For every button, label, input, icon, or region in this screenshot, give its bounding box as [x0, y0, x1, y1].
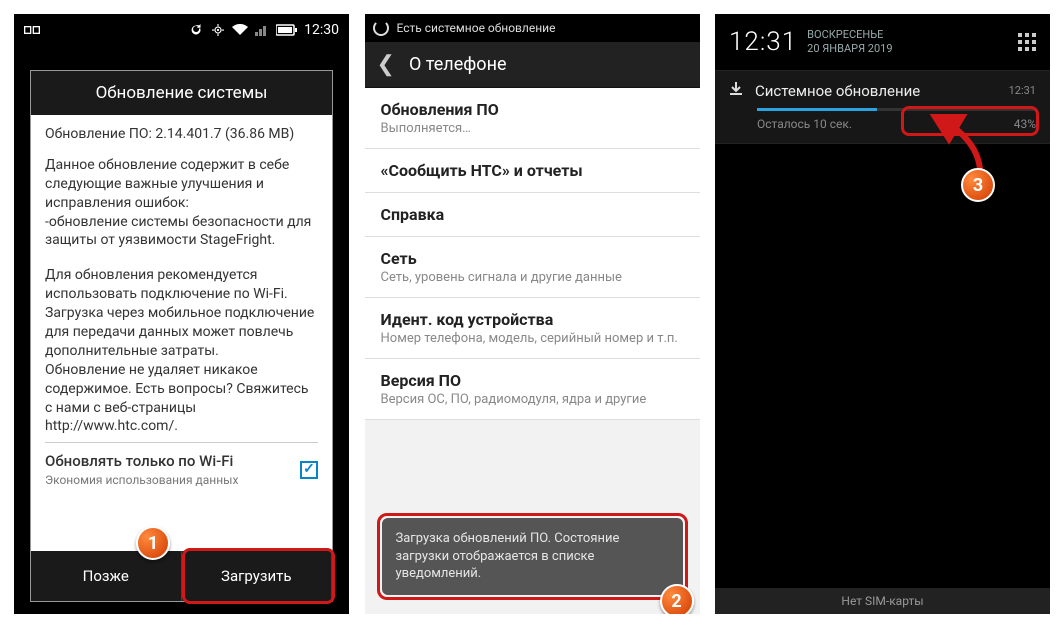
list-item-title: Идент. код устройства: [381, 310, 684, 329]
wifi-icon: [232, 24, 248, 36]
list-item-sub: Сеть, уровень сигнала и другие данные: [381, 270, 684, 285]
shade-time: 12:31: [729, 27, 797, 57]
list-item-sub: Выполняется…: [381, 121, 684, 136]
toast-highlight: Загрузка обновлений ПО. Состояние загруз…: [377, 513, 688, 600]
sync-icon: [188, 24, 204, 36]
wifi-only-sublabel: Экономия использования данных: [45, 472, 238, 488]
status-text: Есть системное обновление: [397, 21, 556, 35]
list-item-software-version[interactable]: Версия ПО Версия ОС, ПО, радиомодуля, яд…: [365, 359, 700, 420]
notification-remaining: Осталось 10 сек.: [757, 117, 852, 131]
dialog-title: Обновление системы: [31, 71, 332, 115]
update-description: Данное обновление содержит в себе следую…: [45, 156, 318, 250]
location-icon: [210, 24, 226, 36]
download-progress-bar: [757, 108, 1036, 111]
notification-time: 12:31: [1009, 84, 1036, 97]
about-phone-header: ❮ О телефоне: [365, 42, 700, 88]
list-item-software-updates[interactable]: Обновления ПО Выполняется…: [365, 88, 700, 149]
list-item-title: Версия ПО: [381, 371, 684, 390]
download-icon: [729, 81, 743, 100]
wifi-only-row[interactable]: Обновлять только по Wi-Fi Экономия испол…: [45, 442, 318, 487]
signal-icon: [254, 24, 270, 36]
shade-date: ВОСКРЕСЕНЬЕ 20 ЯНВАРЯ 2019: [807, 28, 892, 56]
quick-settings-icon[interactable]: [1018, 33, 1036, 51]
list-item-help[interactable]: Справка: [365, 193, 700, 237]
list-item-title: Сеть: [381, 249, 684, 268]
list-item-device-id[interactable]: Идент. код устройства Номер телефона, мо…: [365, 298, 700, 359]
update-version-text: Обновление ПО: 2.14.401.7 (36.86 MB): [45, 125, 318, 144]
list-item-title: Обновления ПО: [381, 100, 684, 119]
list-item-sub: Версия ОС, ПО, радиомодуля, ядра и други…: [381, 392, 684, 407]
system-update-dialog: Обновление системы Обновление ПО: 2.14.4…: [30, 70, 333, 602]
window-icon: [24, 24, 40, 36]
notification-shade-header: 12:31 ВОСКРЕСЕНЬЕ 20 ЯНВАРЯ 2019: [715, 14, 1050, 70]
annotation-badge-1: 1: [136, 526, 170, 560]
toast-wrapper: Загрузка обновлений ПО. Состояние загруз…: [377, 513, 688, 600]
loading-icon: [373, 20, 389, 36]
status-bar: Есть системное обновление: [365, 14, 700, 42]
phone-screen-1: 12:30 Обновление системы Обновление ПО: …: [14, 14, 349, 614]
no-sim-bar: Нет SIM-карты: [715, 588, 1050, 614]
notification-title: Системное обновление: [755, 82, 920, 100]
shade-full-date: 20 ЯНВАРЯ 2019: [807, 42, 892, 56]
notification-percent: 43%: [1014, 117, 1036, 131]
download-toast: Загрузка обновлений ПО. Состояние загруз…: [382, 518, 683, 595]
status-bar: 12:30: [14, 14, 349, 46]
header-title: О телефоне: [409, 54, 507, 75]
wifi-only-label: Обновлять только по Wi-Fi: [45, 451, 238, 471]
list-item-sub: Номер телефона, модель, серийный номер и…: [381, 331, 684, 346]
list-item-title: Справка: [381, 205, 684, 224]
phone-screen-2: Есть системное обновление ❮ О телефоне О…: [365, 14, 700, 614]
battery-icon: [276, 24, 298, 36]
phone-screen-3: 12:31 ВОСКРЕСЕНЬЕ 20 ЯНВАРЯ 2019 Системн…: [715, 14, 1050, 614]
download-progress-fill: [757, 108, 877, 111]
shade-empty-area: [715, 160, 1050, 588]
wifi-only-checkbox[interactable]: ✓: [300, 461, 318, 479]
annotation-badge-2: 2: [660, 584, 694, 614]
list-item-tell-htc[interactable]: «Сообщить HTC» и отчеты: [365, 149, 700, 193]
annotation-badge-3: 3: [961, 168, 995, 202]
list-item-title: «Сообщить HTC» и отчеты: [381, 161, 684, 180]
download-button[interactable]: Загрузить: [182, 551, 333, 601]
update-recommendation: Для обновления рекомендуется использоват…: [45, 266, 318, 436]
dialog-button-bar: Позже Загрузить: [31, 551, 332, 601]
shade-day: ВОСКРЕСЕНЬЕ: [807, 28, 892, 42]
status-time: 12:30: [304, 22, 339, 38]
dialog-body: Обновление ПО: 2.14.401.7 (36.86 MB) Дан…: [31, 115, 332, 551]
back-icon[interactable]: ❮: [377, 52, 395, 77]
list-item-network[interactable]: Сеть Сеть, уровень сигнала и другие данн…: [365, 237, 700, 298]
